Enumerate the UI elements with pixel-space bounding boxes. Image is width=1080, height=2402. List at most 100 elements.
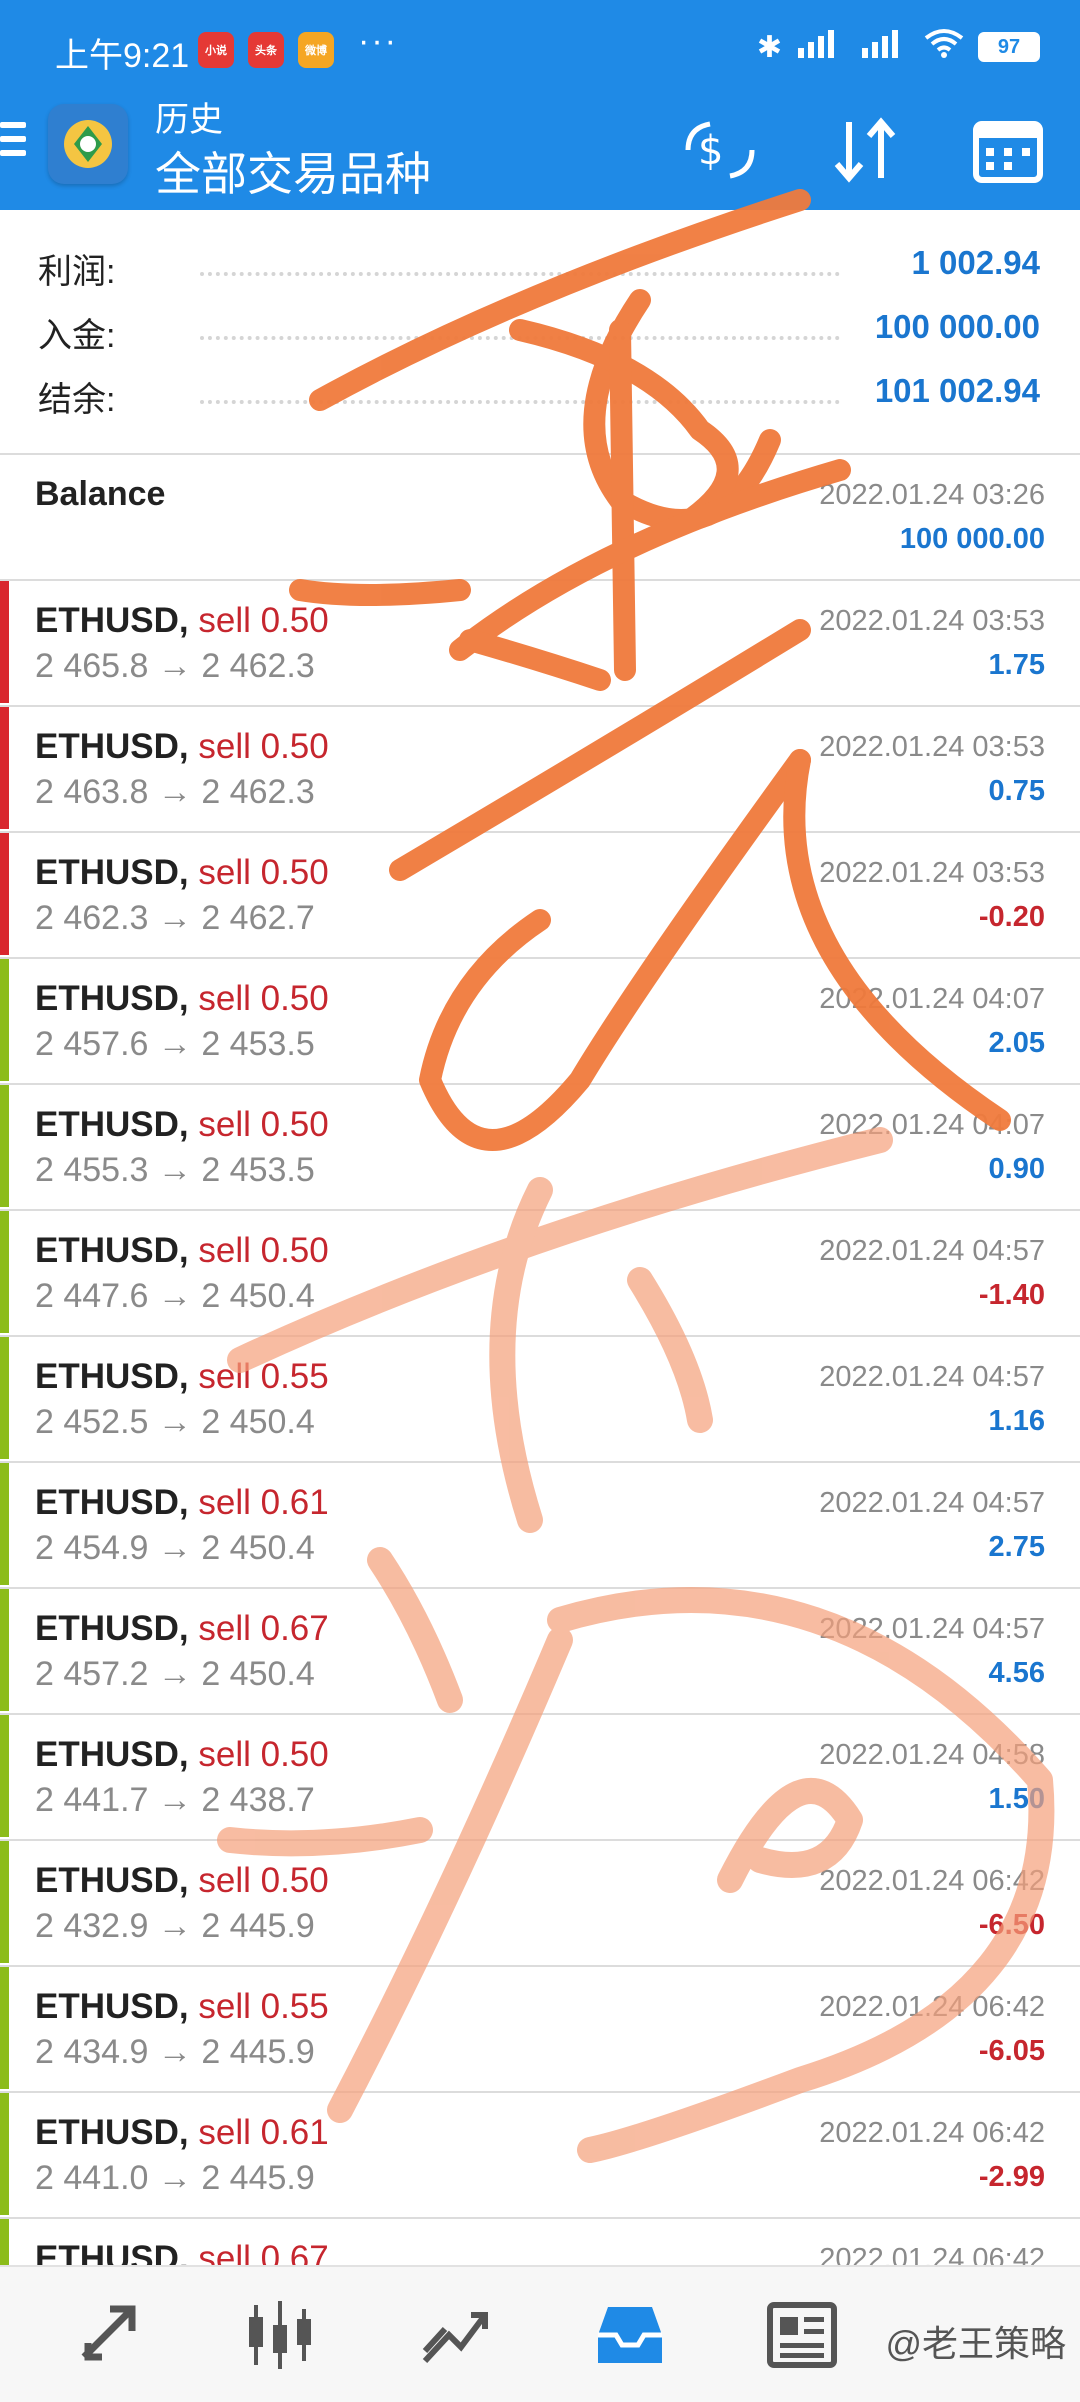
balance-entry-label: Balance (35, 475, 166, 513)
trade-row[interactable]: ETHUSD, sell 0.61 2 441.0 → 2 445.9 2022.0… (0, 2093, 1080, 2219)
trade-profit: -6.50 (978, 1909, 1045, 1941)
trade-symbol: ETHUSD, sell 0.50 (35, 853, 329, 893)
svg-text:$: $ (698, 128, 723, 174)
trade-prices: 2 447.6 → 2 450.4 (35, 1277, 315, 1315)
trade-row[interactable]: ETHUSD, sell 0.55 2 452.5 → 2 450.4 2022.0… (0, 1337, 1080, 1463)
trade-row[interactable]: ETHUSD, sell 0.50 2 455.3 → 2 453.5 2022.0… (0, 1085, 1080, 1211)
more-notifications-icon: ··· (358, 22, 398, 60)
bluetooth-icon: ✱ (756, 30, 782, 64)
history-list[interactable]: Balance 2022.01.24 03:26 100 000.00 ETHU… (0, 455, 1080, 2345)
trade-prices: 2 454.9 → 2 450.4 (35, 1529, 315, 1567)
trade-row[interactable]: ETHUSD, sell 0.67 2 457.2 → 2 450.4 2022.0… (0, 1589, 1080, 1715)
trade-date: 2022.01.24 04:57 (819, 1235, 1045, 1267)
trade-symbol: ETHUSD, sell 0.50 (35, 1231, 329, 1271)
deposit-value: 100 000.00 (874, 308, 1040, 345)
trade-row[interactable]: ETHUSD, sell 0.61 2 454.9 → 2 450.4 2022.0… (0, 1463, 1080, 1589)
trade-side-volume: sell 0.61 (198, 2113, 329, 2152)
notification-app-icon: 微博 (298, 32, 334, 68)
news-icon[interactable] (762, 2295, 842, 2375)
trade-side-volume: sell 0.50 (198, 979, 329, 1018)
trade-profit: 4.56 (988, 1657, 1045, 1689)
notification-app-icon: 小说 (198, 32, 234, 68)
trade-symbol-name: ETHUSD, (35, 1105, 189, 1144)
bottom-nav: @老王策略 (0, 2265, 1080, 2402)
trade-profit: 2.75 (988, 1531, 1045, 1563)
trade-symbol-name: ETHUSD, (35, 979, 189, 1018)
trade-date: 2022.01.24 06:42 (819, 1865, 1045, 1897)
sort-icon[interactable] (825, 110, 905, 190)
trade-row[interactable]: ETHUSD, sell 0.50 2 441.7 → 2 438.7 2022.0… (0, 1715, 1080, 1841)
trade-row[interactable]: ETHUSD, sell 0.50 2 465.8 → 2 462.3 2022.0… (0, 581, 1080, 707)
balance-entry-date: 2022.01.24 03:26 (819, 479, 1045, 511)
trade-direction-bar (0, 1337, 9, 1459)
trade-row[interactable]: ETHUSD, sell 0.50 2 432.9 → 2 445.9 2022.0… (0, 1841, 1080, 1967)
trade-symbol-name: ETHUSD, (35, 601, 189, 640)
trade-prices: 2 457.2 → 2 450.4 (35, 1655, 315, 1693)
trade-profit: -1.40 (978, 1279, 1045, 1311)
chart-icon[interactable] (240, 2295, 320, 2375)
trade-date: 2022.01.24 03:53 (819, 605, 1045, 637)
page-title[interactable]: 全部交易品种 (155, 138, 431, 204)
status-time: 上午9:21 (55, 37, 190, 75)
trade-direction-bar (0, 1967, 9, 2089)
trade-row[interactable]: ETHUSD, sell 0.50 2 457.6 → 2 453.5 2022.0… (0, 959, 1080, 1085)
trade-symbol: ETHUSD, sell 0.67 (35, 1609, 329, 1649)
trade-icon[interactable] (415, 2295, 495, 2375)
signal-icon (860, 28, 910, 66)
history-icon[interactable] (590, 2295, 670, 2375)
profit-value: 1 002.94 (911, 244, 1040, 281)
trade-symbol: ETHUSD, sell 0.50 (35, 601, 329, 641)
trade-date: 2022.01.24 04:57 (819, 1361, 1045, 1393)
trade-side-volume: sell 0.61 (198, 1483, 329, 1522)
trade-symbol: ETHUSD, sell 0.61 (35, 1483, 329, 1523)
trade-profit: 1.75 (988, 649, 1045, 681)
trade-direction-bar (0, 833, 9, 955)
calendar-icon[interactable] (968, 110, 1048, 190)
dotted-leader (200, 272, 840, 276)
trade-side-volume: sell 0.50 (198, 727, 329, 766)
trade-prices: 2 441.0 → 2 445.9 (35, 2159, 315, 2197)
balance-summary-row: 结余: 101 002.94 (0, 364, 1080, 428)
status-bar: 上午9:21 小说 头条 微博 ··· ✱ 97 (0, 0, 1080, 100)
signal-icon (796, 28, 846, 66)
trade-date: 2022.01.24 04:07 (819, 983, 1045, 1015)
trade-row[interactable]: ETHUSD, sell 0.50 2 447.6 → 2 450.4 2022.0… (0, 1211, 1080, 1337)
quotes-icon[interactable] (70, 2295, 150, 2375)
trade-symbol-name: ETHUSD, (35, 1987, 189, 2026)
trade-symbol-name: ETHUSD, (35, 1861, 189, 1900)
trade-side-volume: sell 0.50 (198, 601, 329, 640)
trade-symbol-name: ETHUSD, (35, 727, 189, 766)
trade-profit: 2.05 (988, 1027, 1045, 1059)
trade-side-volume: sell 0.50 (198, 1231, 329, 1270)
app-bar: 历史 全部交易品种 $ (0, 92, 1080, 210)
trade-row[interactable]: ETHUSD, sell 0.55 2 434.9 → 2 445.9 2022.0… (0, 1967, 1080, 2093)
trade-row[interactable]: ETHUSD, sell 0.50 2 462.3 → 2 462.7 2022.0… (0, 833, 1080, 959)
trade-row[interactable]: ETHUSD, sell 0.50 2 463.8 → 2 462.3 2022.0… (0, 707, 1080, 833)
trade-symbol-name: ETHUSD, (35, 2113, 189, 2152)
balance-entry[interactable]: Balance 2022.01.24 03:26 100 000.00 (0, 455, 1080, 581)
trade-prices: 2 432.9 → 2 445.9 (35, 1907, 315, 1945)
trade-symbol-name: ETHUSD, (35, 1735, 189, 1774)
trade-symbol: ETHUSD, sell 0.55 (35, 1987, 329, 2027)
trade-profit: -6.05 (978, 2035, 1045, 2067)
trade-direction-bar (0, 1715, 9, 1837)
trade-date: 2022.01.24 04:57 (819, 1613, 1045, 1645)
top-bar: 上午9:21 小说 头条 微博 ··· ✱ 97 历史 全部交易品种 $ (0, 0, 1080, 210)
trade-prices: 2 462.3 → 2 462.7 (35, 899, 315, 937)
battery-icon: 97 (978, 32, 1040, 62)
trade-symbol: ETHUSD, sell 0.50 (35, 1735, 329, 1775)
trade-profit: 1.50 (988, 1783, 1045, 1815)
trade-profit: 0.75 (988, 775, 1045, 807)
trade-date: 2022.01.24 03:53 (819, 731, 1045, 763)
trade-side-volume: sell 0.50 (198, 853, 329, 892)
exchange-dollar-icon[interactable]: $ (680, 110, 760, 190)
trade-profit: -2.99 (978, 2161, 1045, 2193)
trade-rows: ETHUSD, sell 0.50 2 465.8 → 2 462.3 2022.0… (0, 581, 1080, 2345)
menu-icon[interactable] (0, 122, 26, 162)
trade-prices: 2 434.9 → 2 445.9 (35, 2033, 315, 2071)
trade-symbol-name: ETHUSD, (35, 853, 189, 892)
notification-app-icon: 头条 (248, 32, 284, 68)
dotted-leader (200, 400, 840, 404)
trade-direction-bar (0, 1085, 9, 1207)
trade-symbol: ETHUSD, sell 0.50 (35, 1861, 329, 1901)
